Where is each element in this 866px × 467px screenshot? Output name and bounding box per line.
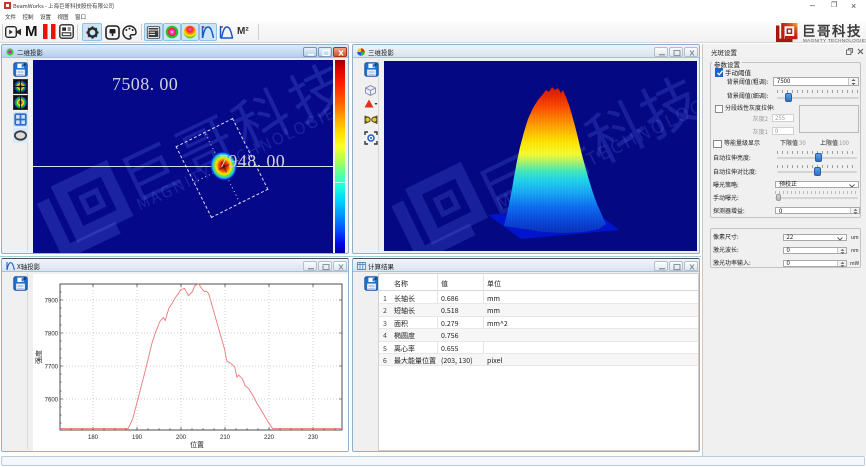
svg-text:220: 220 bbox=[264, 435, 275, 441]
svg-text:位置: 位置 bbox=[190, 440, 204, 450]
svg-text:210: 210 bbox=[220, 435, 231, 441]
svg-text:180: 180 bbox=[88, 435, 99, 441]
svg-text:200: 200 bbox=[176, 435, 187, 441]
svg-text:强度: 强度 bbox=[34, 350, 44, 364]
svg-text:7800: 7800 bbox=[45, 332, 59, 338]
svg-text:7600: 7600 bbox=[45, 398, 59, 404]
svg-text:7900: 7900 bbox=[45, 299, 59, 305]
svg-text:190: 190 bbox=[132, 435, 143, 441]
svg-text:7700: 7700 bbox=[45, 365, 59, 371]
svg-text:230: 230 bbox=[308, 435, 319, 441]
